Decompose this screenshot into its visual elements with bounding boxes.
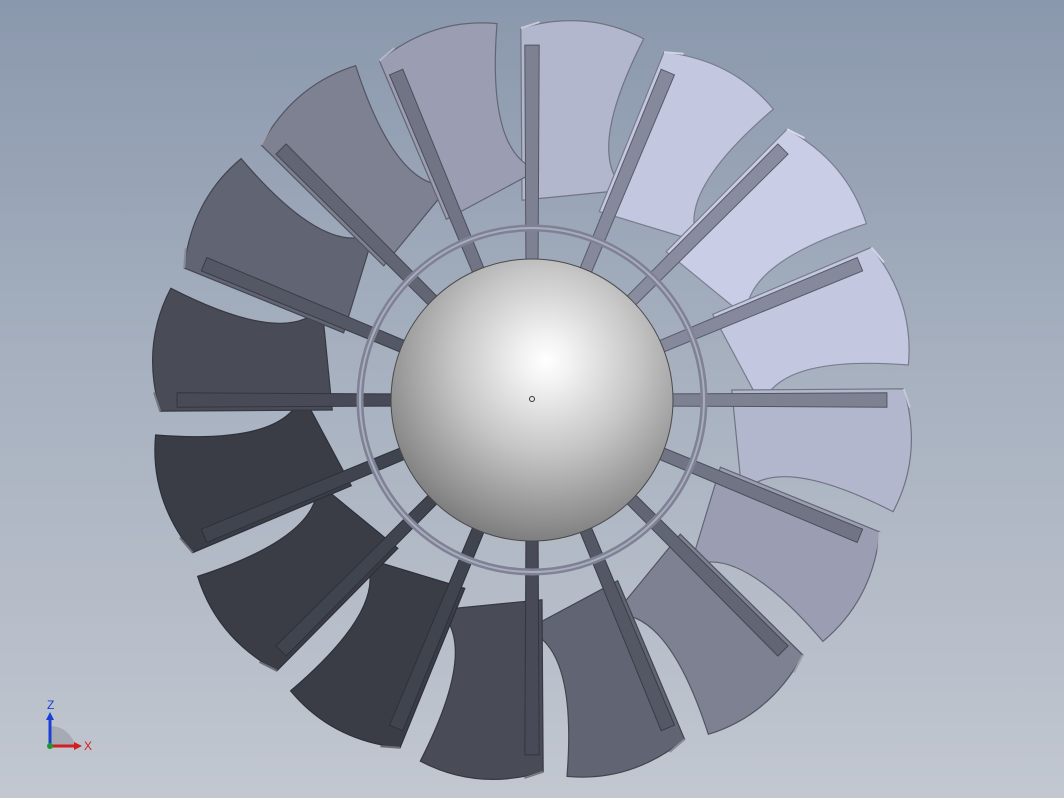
triad-plane [50,726,76,746]
y-axis-dot [47,743,53,749]
x-axis-label: X [84,739,92,753]
z-axis-label: Z [47,698,54,712]
spoke [524,534,540,756]
axis-triad: Z X [46,698,92,753]
z-axis-arrow [46,712,54,720]
spoke [176,392,398,408]
spoke [666,392,888,408]
x-axis-arrow [74,742,82,750]
turbine-impeller-model[interactable] [0,0,1064,798]
spoke [524,44,540,266]
cad-viewport[interactable]: Z X [0,0,1064,798]
hub-sphere[interactable] [390,258,674,542]
